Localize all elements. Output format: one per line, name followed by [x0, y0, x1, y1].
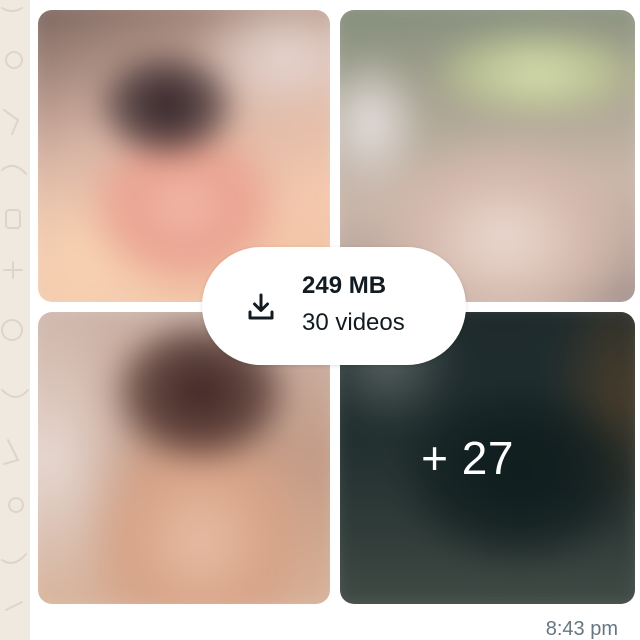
- download-size: 249 MB: [302, 272, 387, 299]
- video-count: 30 videos: [302, 309, 405, 336]
- download-info: 249 MB 30 videos: [302, 271, 405, 339]
- message-timestamp: 8:43 pm: [545, 618, 618, 640]
- chat-wallpaper: [0, 0, 30, 640]
- wallpaper-doodles: [1, 7, 29, 611]
- download-icon: [248, 293, 274, 320]
- download-button[interactable]: 249 MB 30 videos: [202, 247, 466, 365]
- chat-screen: + 27 8:43 pm 249 MB 30 videos: [0, 0, 640, 640]
